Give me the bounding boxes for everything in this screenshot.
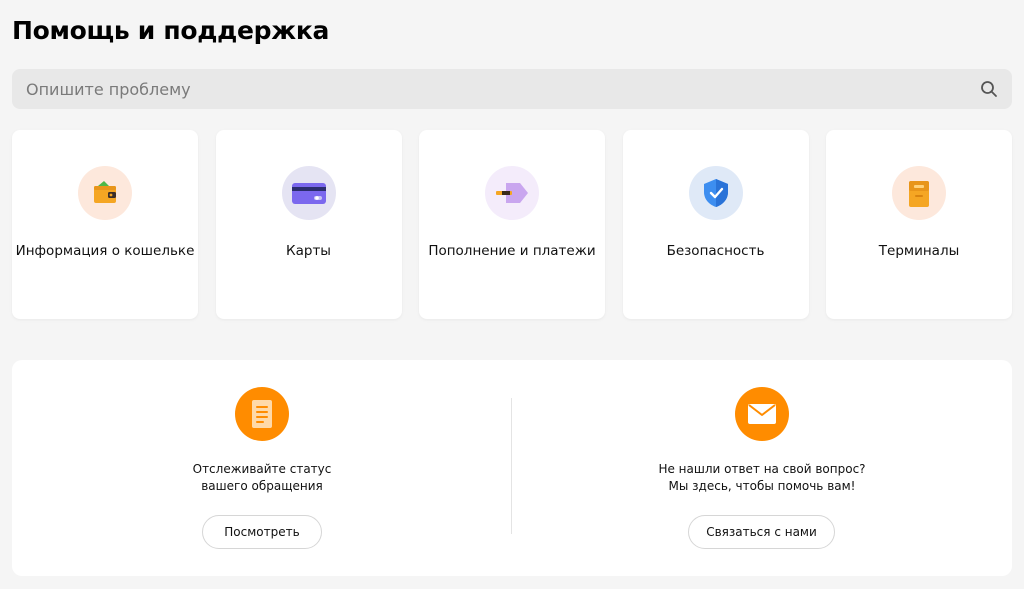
support-panel: Отслеживайте статус вашего обращения Пос… (12, 360, 1012, 576)
category-card-terminals[interactable]: Терминалы (826, 130, 1012, 319)
category-card-cards[interactable]: Карты (215, 130, 402, 319)
category-label: Безопасность (666, 243, 765, 259)
card-icon (281, 166, 336, 220)
search-icon[interactable] (980, 80, 998, 98)
category-label: Информация о кошельке (15, 243, 195, 259)
track-request-line: вашего обращения (201, 479, 323, 493)
category-card-payments[interactable]: Пополнение и платежи (419, 130, 605, 319)
track-request-text: Отслеживайте статус вашего обращения (12, 461, 512, 495)
contact-us-text: Не нашли ответ на свой вопрос? Мы здесь,… (512, 461, 1012, 495)
contact-us-button[interactable]: Связаться с нами (688, 515, 835, 549)
envelope-icon (735, 387, 789, 441)
category-card-wallet[interactable]: Информация о кошельке (12, 130, 198, 319)
search-bar (12, 69, 1012, 109)
payment-tag-icon (485, 166, 539, 220)
contact-us-line: Мы здесь, чтобы помочь вам! (668, 479, 856, 493)
document-icon (235, 387, 289, 441)
category-label: Карты (286, 243, 331, 259)
view-status-button[interactable]: Посмотреть (202, 515, 322, 549)
help-page: Помощь и поддержка Информация о кошельке (0, 0, 1024, 589)
category-label: Терминалы (878, 243, 960, 259)
category-label: Пополнение и платежи (428, 243, 596, 259)
track-request-line: Отслеживайте статус (192, 462, 332, 476)
shield-icon (688, 166, 743, 220)
contact-us-line: Не нашли ответ на свой вопрос? (658, 462, 866, 476)
track-request-section: Отслеживайте статус вашего обращения Пос… (12, 360, 512, 576)
page-title: Помощь и поддержка (12, 16, 330, 45)
contact-us-section: Не нашли ответ на свой вопрос? Мы здесь,… (512, 360, 1012, 576)
search-input[interactable] (12, 69, 1012, 109)
wallet-icon (78, 166, 132, 220)
category-card-security[interactable]: Безопасность (622, 130, 809, 319)
category-cards: Информация о кошельке Карты Пополнение и… (12, 130, 1012, 319)
terminal-icon (892, 166, 946, 220)
